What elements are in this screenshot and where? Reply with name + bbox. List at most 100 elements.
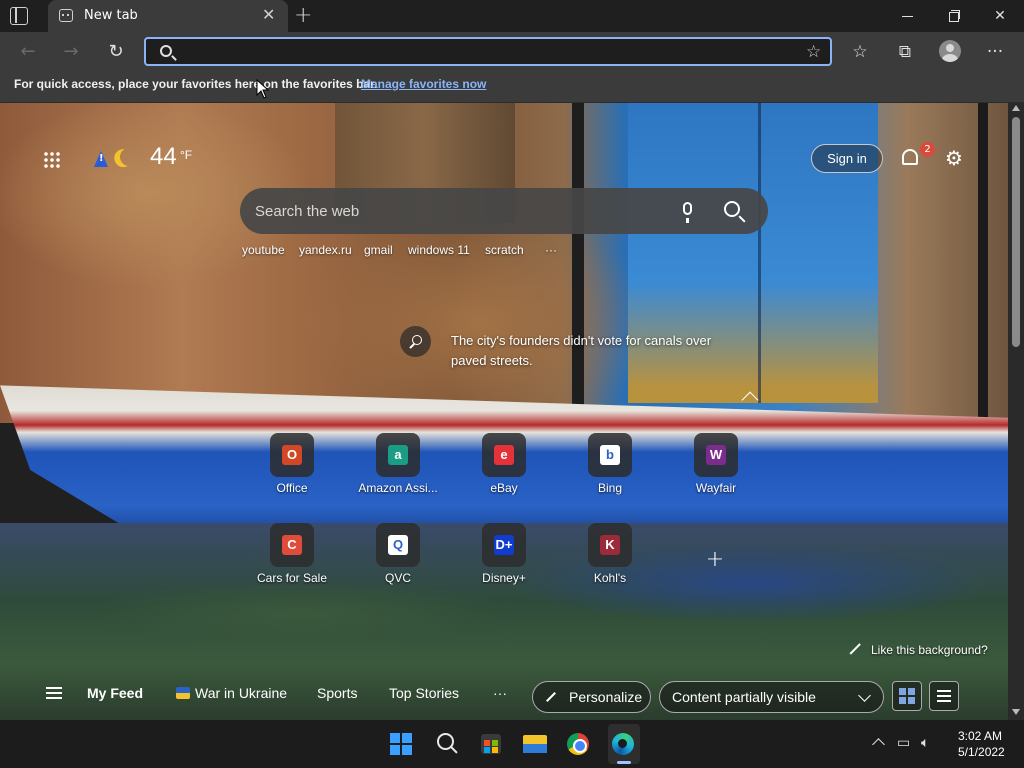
menu-icon[interactable] [46, 692, 62, 694]
top-site-tile[interactable]: K Kohl's [565, 523, 655, 593]
settings-more-icon[interactable]: ··· [983, 40, 1007, 64]
feed-tab[interactable]: Sports [317, 685, 357, 701]
feed-more[interactable]: ··· [493, 685, 507, 701]
page-settings-gear-icon[interactable]: ⚙ [945, 148, 965, 168]
site-logo-icon: W [706, 445, 726, 465]
list-icon [937, 690, 951, 692]
personalize-button[interactable]: Personalize [532, 681, 651, 713]
top-site-tile[interactable]: e eBay [459, 433, 549, 503]
edge-icon[interactable] [612, 733, 634, 755]
quick-link[interactable]: scratch [485, 243, 524, 257]
top-site-tile[interactable]: C Cars for Sale [247, 523, 337, 593]
profile-avatar[interactable] [939, 40, 961, 62]
taskbar [0, 720, 1024, 768]
windows-start-icon[interactable] [390, 733, 412, 755]
new-tab-button[interactable]: + [294, 3, 312, 28]
microsoft-store-icon[interactable] [481, 734, 501, 754]
site-logo-icon: O [282, 445, 302, 465]
add-favorite-icon[interactable]: ☆ [806, 42, 821, 62]
minimize-button[interactable] [898, 6, 918, 26]
quick-link[interactable]: gmail [364, 243, 393, 257]
back-button[interactable]: ← [15, 39, 41, 65]
quick-link[interactable]: windows 11 [408, 243, 470, 257]
site-logo-icon: D+ [494, 535, 514, 555]
top-site-tile[interactable]: Q QVC [353, 523, 443, 593]
network-icon[interactable]: ▭ [897, 735, 910, 751]
site-logo-icon: b [600, 445, 620, 465]
image-info-icon[interactable] [400, 326, 431, 357]
top-site-tile[interactable]: O Office [247, 433, 337, 503]
scroll-up-arrow[interactable] [1012, 105, 1020, 111]
notifications-bell-icon[interactable] [902, 149, 918, 165]
background-post [572, 103, 584, 423]
scroll-down-arrow[interactable] [1012, 709, 1020, 715]
page-scrollbar[interactable] [1008, 103, 1024, 720]
top-site-label: Amazon Assi... [358, 481, 438, 495]
site-icon: O [270, 433, 314, 477]
site-icon: b [588, 433, 632, 477]
app-launcher-icon[interactable] [43, 151, 61, 169]
address-input[interactable] [182, 42, 782, 62]
feed-tab[interactable]: War in Ukraine [195, 685, 287, 701]
feed-tab-my-feed[interactable]: My Feed [87, 685, 143, 701]
top-site-tile[interactable]: a Amazon Assi... [353, 433, 443, 503]
site-icon: Q [376, 523, 420, 567]
content-visibility-dropdown[interactable]: Content partially visible [659, 681, 884, 713]
microphone-icon[interactable] [683, 202, 692, 223]
content-visibility-label: Content partially visible [672, 689, 816, 705]
site-icon: D+ [482, 523, 526, 567]
grid-icon [899, 688, 915, 704]
tab-actions-icon[interactable] [10, 7, 28, 25]
search-icon[interactable] [724, 201, 740, 217]
top-site-tile[interactable]: W Wayfair [671, 433, 761, 503]
feed-tab[interactable]: Top Stories [389, 685, 459, 701]
taskbar-search-icon[interactable] [437, 733, 454, 750]
chrome-icon[interactable] [567, 733, 589, 755]
chevron-down-icon [858, 689, 871, 702]
favorites-bar: For quick access, place your favorites h… [0, 72, 1024, 103]
volume-icon[interactable]: 🔈︎ [921, 735, 929, 751]
quick-link[interactable]: youtube [242, 243, 285, 257]
close-window-button[interactable]: ✕ [990, 6, 1010, 26]
favorites-icon[interactable]: ☆ [848, 40, 872, 64]
grid-layout-button[interactable] [892, 681, 922, 711]
list-layout-button[interactable] [929, 681, 959, 711]
quick-link[interactable]: yandex.ru [299, 243, 352, 257]
tab-new-tab[interactable]: New tab ✕ [48, 0, 288, 32]
personalize-label: Personalize [569, 689, 643, 705]
browser-toolbar: ← → ↻ ☆ ☆ ⧉ ··· [0, 32, 1024, 72]
site-logo-icon: e [494, 445, 514, 465]
sign-in-button[interactable]: Sign in [811, 144, 883, 173]
forward-button[interactable]: → [58, 39, 84, 65]
mouse-cursor-icon [256, 79, 269, 99]
close-tab-icon[interactable]: ✕ [262, 7, 275, 23]
manage-favorites-link[interactable]: Manage favorites now [361, 77, 486, 91]
collections-icon[interactable]: ⧉ [893, 40, 917, 64]
like-background-link[interactable]: Like this background? [871, 643, 988, 657]
top-site-label: Cars for Sale [256, 571, 328, 585]
site-icon: e [482, 433, 526, 477]
ukraine-flag-icon [176, 687, 190, 699]
new-tab-page: 44 °F Sign in 2 ⚙ youtube yandex.ru gmai… [0, 103, 1008, 720]
top-site-label: Office [276, 481, 308, 495]
web-search-input[interactable] [255, 201, 655, 221]
scroll-thumb[interactable] [1012, 117, 1020, 347]
site-logo-icon: Q [388, 535, 408, 555]
add-site-button[interactable]: + [704, 549, 726, 571]
top-site-label: Kohl's [593, 571, 627, 585]
restore-button[interactable] [944, 6, 964, 26]
refresh-button[interactable]: ↻ [103, 39, 129, 65]
top-site-label: eBay [490, 481, 518, 495]
top-site-tile[interactable]: b Bing [565, 433, 655, 503]
top-site-tile[interactable]: D+ Disney+ [459, 523, 549, 593]
image-fact[interactable]: The city's founders didn't vote for cana… [451, 331, 721, 371]
quick-links-more[interactable]: ··· [545, 243, 557, 257]
file-explorer-icon[interactable] [523, 735, 547, 753]
site-logo-icon: C [282, 535, 302, 555]
web-search-box[interactable] [240, 188, 768, 234]
weather-unit: °F [180, 148, 193, 162]
weather-temperature[interactable]: 44 [150, 143, 177, 171]
address-bar[interactable]: ☆ [144, 37, 832, 66]
clock-date[interactable]: 5/1/2022 [958, 745, 1005, 759]
clock-time[interactable]: 3:02 AM [958, 729, 1002, 743]
